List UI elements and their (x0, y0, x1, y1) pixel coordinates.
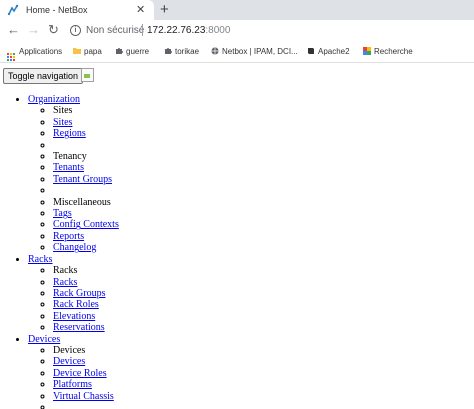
folder-icon (73, 48, 81, 54)
list-item: Elevations (53, 311, 119, 322)
list-item: Tenants (53, 162, 119, 173)
list-item: Reservations (53, 322, 119, 333)
reload-icon[interactable]: ↻ (48, 23, 59, 37)
list-item: Regions (53, 128, 119, 139)
globe-icon (211, 47, 219, 55)
menu-link-tags[interactable]: Tags (53, 208, 72, 219)
bookmark-guerre[interactable]: guerre (115, 47, 149, 56)
address-bar[interactable]: 172.22.76.23:8000 (147, 25, 230, 36)
divider-item (53, 402, 119, 409)
bookmark-label: papa (84, 47, 102, 56)
tab-title: Home - NetBox (26, 5, 88, 15)
bookmark-label: Netbox | IPAM, DCI... (222, 47, 298, 56)
menu-racks: Racks Racks Racks Rack Groups Rack Roles… (28, 254, 119, 334)
submenu-devices: Devices Devices Device Roles Platforms V… (28, 345, 119, 409)
bookmark-label: Recherche (374, 47, 413, 56)
puzzle-icon (116, 48, 123, 54)
list-item: Device Roles (53, 368, 119, 379)
menu-link-device-roles[interactable]: Device Roles (53, 368, 107, 379)
menu-link-rack-roles[interactable]: Rack Roles (53, 299, 99, 310)
divider-item (53, 140, 119, 151)
dropdown-header: Tenancy (53, 151, 119, 162)
menu-link-platforms[interactable]: Platforms (53, 379, 92, 390)
menu-link-tenant-groups[interactable]: Tenant Groups (53, 174, 112, 185)
new-tab-icon[interactable]: + (160, 1, 169, 18)
page-content: Toggle navigation Organization Sites Sit… (0, 63, 474, 409)
toggle-navigation-button[interactable]: Toggle navigation (3, 68, 84, 84)
info-icon[interactable]: i (70, 25, 81, 36)
browser-toolbar: ← → ↻ i Non sécurisé 172.22.76.23:8000 (0, 20, 474, 42)
menu-link-tenants[interactable]: Tenants (53, 162, 84, 173)
book-icon (308, 48, 314, 54)
bookmark-label: torikae (175, 47, 200, 56)
menu-link-devices-list[interactable]: Devices (53, 356, 85, 367)
menu-link-config-contexts[interactable]: Config Contexts (53, 219, 119, 230)
list-item: Tags (53, 208, 119, 219)
nav-menu: Organization Sites Sites Regions Tenancy… (0, 94, 119, 409)
bookmark-papa[interactable]: papa (73, 47, 102, 56)
list-item: Rack Roles (53, 299, 119, 310)
bookmark-label: guerre (126, 47, 150, 56)
menu-organization: Organization Sites Sites Regions Tenancy… (28, 94, 119, 254)
puzzle-icon (165, 48, 172, 54)
submenu-organization: Sites Sites Regions Tenancy Tenants Tena… (28, 105, 119, 253)
tab-close-icon[interactable]: ✕ (136, 3, 145, 16)
list-item: Changelog (53, 242, 119, 253)
dropdown-header: Devices (53, 345, 119, 356)
forward-arrow-icon[interactable]: → (27, 23, 40, 37)
bookmark-apache2[interactable]: Apache2 (307, 47, 350, 56)
menu-devices: Devices Devices Devices Device Roles Pla… (28, 334, 119, 409)
browser-tab[interactable]: Home - NetBox ✕ (0, 0, 154, 20)
bookmark-netbox[interactable]: Netbox | IPAM, DCI... (211, 47, 298, 56)
dropdown-header: Miscellaneous (53, 197, 119, 208)
tab-strip: Home - NetBox ✕ + (0, 0, 474, 20)
menu-link-racks-list[interactable]: Racks (53, 277, 77, 288)
netbox-favicon-icon (7, 4, 19, 16)
menu-link-virtual-chassis[interactable]: Virtual Chassis (53, 391, 114, 402)
menu-link-reservations[interactable]: Reservations (53, 322, 105, 333)
menu-link-devices[interactable]: Devices (28, 334, 60, 345)
list-item: Racks (53, 277, 119, 288)
menu-link-reports[interactable]: Reports (53, 231, 84, 242)
broken-logo-image-icon (81, 68, 94, 82)
back-arrow-icon[interactable]: ← (7, 23, 20, 37)
list-item: Sites (53, 117, 119, 128)
divider-item (53, 185, 119, 196)
address-divider (142, 24, 143, 36)
menu-link-regions[interactable]: Regions (53, 128, 86, 139)
list-item: Virtual Chassis (53, 391, 119, 402)
dropdown-header: Sites (53, 105, 119, 116)
list-item: Platforms (53, 379, 119, 390)
google-apps-icon (363, 47, 371, 55)
bookmarks-bar: Applications papa guerre torikae Netbox … (0, 42, 474, 63)
menu-link-organization[interactable]: Organization (28, 94, 80, 105)
menu-link-sites[interactable]: Sites (53, 117, 72, 128)
bookmark-label: Apache2 (318, 47, 350, 56)
menu-link-rack-groups[interactable]: Rack Groups (53, 288, 106, 299)
submenu-racks: Racks Racks Rack Groups Rack Roles Eleva… (28, 265, 119, 333)
url-port: :8000 (205, 25, 231, 36)
list-item: Rack Groups (53, 288, 119, 299)
list-item: Config Contexts (53, 219, 119, 230)
url-host: 172.22.76.23 (147, 25, 206, 36)
list-item: Tenant Groups (53, 174, 119, 185)
security-label[interactable]: Non sécurisé (86, 25, 144, 36)
bookmark-applications[interactable]: Applications (7, 47, 62, 61)
menu-link-racks[interactable]: Racks (28, 254, 52, 265)
bookmark-torikae[interactable]: torikae (164, 47, 199, 56)
bookmark-recherche[interactable]: Recherche (363, 47, 413, 56)
list-item: Reports (53, 231, 119, 242)
list-item: Devices (53, 356, 119, 367)
apps-grid-icon (7, 53, 15, 61)
menu-link-changelog[interactable]: Changelog (53, 242, 96, 253)
dropdown-header: Racks (53, 265, 119, 276)
bookmark-label: Applications (19, 47, 63, 56)
menu-link-elevations[interactable]: Elevations (53, 311, 95, 322)
